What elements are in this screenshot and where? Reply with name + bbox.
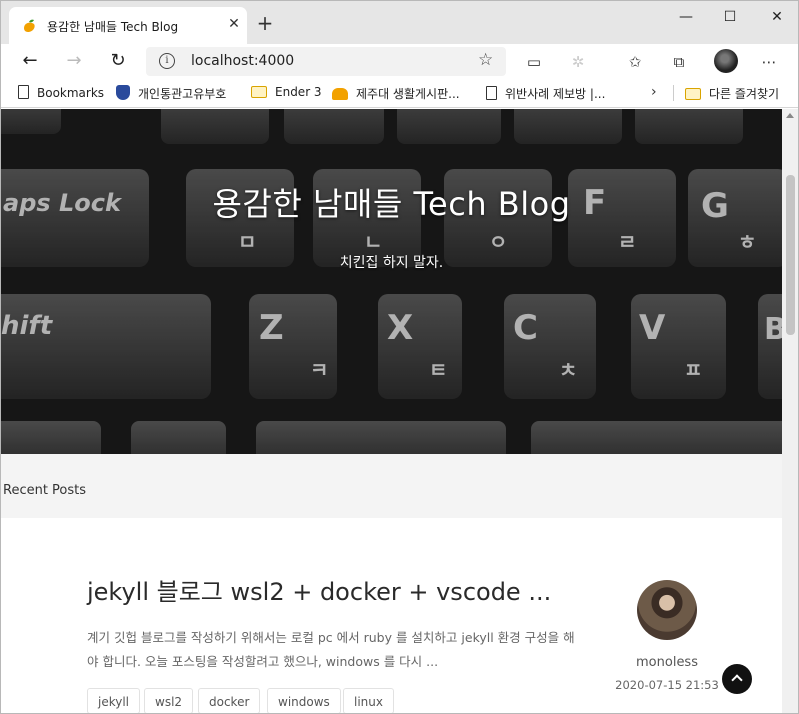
collections-icon[interactable]: ⧉	[669, 52, 689, 72]
bookmark-label: 위반사례 제보방 |...	[505, 87, 606, 101]
reader-mode-icon[interactable]: ▭	[524, 52, 544, 72]
folder-icon	[685, 88, 701, 100]
chevron-right-icon[interactable]: ›	[651, 84, 657, 100]
tab-bar: 용감한 남매들 Tech Blog ✕ + — ☐ ✕	[1, 1, 798, 44]
post-excerpt: 계기 깃헙 블로그를 작성하기 위해서는 로컬 pc 에서 ruby 를 설치하…	[87, 630, 575, 669]
bookmark-label: 개인통관고유부호	[138, 87, 227, 101]
post-title-link[interactable]: jekyll 블로그 wsl2 + docker + vscode ...	[87, 572, 551, 607]
address-url[interactable]: localhost:4000	[191, 53, 294, 69]
site-title[interactable]: 용감한 남매들 Tech Blog	[1, 179, 782, 225]
bookmark-item[interactable]: 다른 즐겨찾기	[685, 85, 779, 102]
post-date: 2020-07-15 21:53	[615, 678, 719, 692]
new-tab-icon[interactable]: +	[255, 13, 275, 33]
recent-posts-header: Recent Posts	[1, 454, 782, 518]
scroll-to-top-button[interactable]	[722, 664, 752, 694]
bookmark-item[interactable]: Bookmarks	[18, 85, 104, 100]
bookmark-label: 제주대 생활게시판...	[356, 87, 460, 101]
favorites-icon[interactable]: ✩	[625, 52, 645, 72]
page-scrollbar[interactable]	[782, 109, 798, 713]
folder-icon	[251, 86, 267, 98]
site-subtitle: 치킨집 하지 말자.	[339, 255, 444, 271]
bookmark-label: Ender 3	[275, 85, 322, 99]
section-title: Recent Posts	[3, 483, 87, 498]
back-icon[interactable]: ←	[18, 49, 42, 73]
active-tab[interactable]: 용감한 남매들 Tech Blog ✕	[9, 7, 247, 44]
bookmark-item[interactable]: 위반사례 제보방 |...	[486, 85, 605, 102]
keyboard-background-image: aps Lock hift Z X C V F G ㅁ ㄴ ㅇ ㄹ ㅎ ㅋ ㅌ …	[1, 109, 782, 454]
scroll-thumb[interactable]	[786, 175, 795, 335]
post-card: jekyll 블로그 wsl2 + docker + vscode ... 계기…	[1, 518, 782, 713]
bookmark-item[interactable]: 제주대 생활게시판...	[332, 85, 460, 102]
browser-toolbar: ← → ↻ i localhost:4000 ☆ ▭ ✲ ✩ ⧉ ⋯	[1, 44, 798, 78]
page-viewport: aps Lock hift Z X C V F G ㅁ ㄴ ㅇ ㄹ ㅎ ㅋ ㅌ …	[1, 109, 782, 713]
more-menu-icon[interactable]: ⋯	[759, 52, 779, 72]
tag-docker[interactable]: docker	[198, 688, 261, 713]
profile-avatar-icon[interactable]	[714, 49, 738, 73]
bookmark-label: Bookmarks	[37, 86, 105, 100]
tab-title: 용감한 남매들 Tech Blog	[47, 20, 179, 34]
tag-linux[interactable]: linux	[343, 688, 394, 713]
cloud-icon	[332, 88, 348, 100]
author-name[interactable]: monoless	[629, 655, 705, 670]
extension-icon[interactable]: ✲	[568, 52, 588, 72]
maximize-icon[interactable]: ☐	[716, 5, 744, 29]
bookmark-divider	[673, 85, 674, 101]
window-close-icon[interactable]: ✕	[763, 5, 791, 29]
bookmark-item[interactable]: 개인통관고유부호	[116, 85, 226, 102]
chevron-up-icon	[731, 674, 743, 686]
favorite-star-icon[interactable]: ☆	[478, 50, 493, 70]
tag-wsl2[interactable]: wsl2	[144, 688, 194, 713]
refresh-icon[interactable]: ↻	[106, 49, 130, 73]
bookmark-label: 다른 즐겨찾기	[709, 87, 780, 101]
bookmark-item[interactable]: Ender 3	[251, 85, 322, 99]
site-info-icon[interactable]: i	[159, 53, 175, 69]
tab-close-icon[interactable]: ✕	[225, 15, 243, 33]
minimize-icon[interactable]: —	[672, 5, 700, 29]
forward-icon[interactable]: →	[62, 49, 86, 73]
browser-window: 용감한 남매들 Tech Blog ✕ + — ☐ ✕ ← → ↻ i loca…	[0, 0, 799, 714]
address-bar[interactable]: i localhost:4000 ☆	[146, 47, 506, 76]
tag-windows[interactable]: windows	[267, 688, 341, 713]
page-icon	[486, 86, 497, 100]
shield-icon	[116, 85, 130, 100]
page-icon	[18, 85, 29, 99]
tag-jekyll[interactable]: jekyll	[87, 688, 141, 713]
scroll-up-arrow-icon[interactable]	[786, 113, 794, 118]
mango-icon	[24, 19, 35, 32]
bookmarks-bar: Bookmarks 개인통관고유부호 Ender 3 제주대 생활게시판... …	[1, 78, 798, 108]
hero-banner: aps Lock hift Z X C V F G ㅁ ㄴ ㅇ ㄹ ㅎ ㅋ ㅌ …	[1, 109, 782, 454]
author-avatar[interactable]	[637, 580, 697, 640]
